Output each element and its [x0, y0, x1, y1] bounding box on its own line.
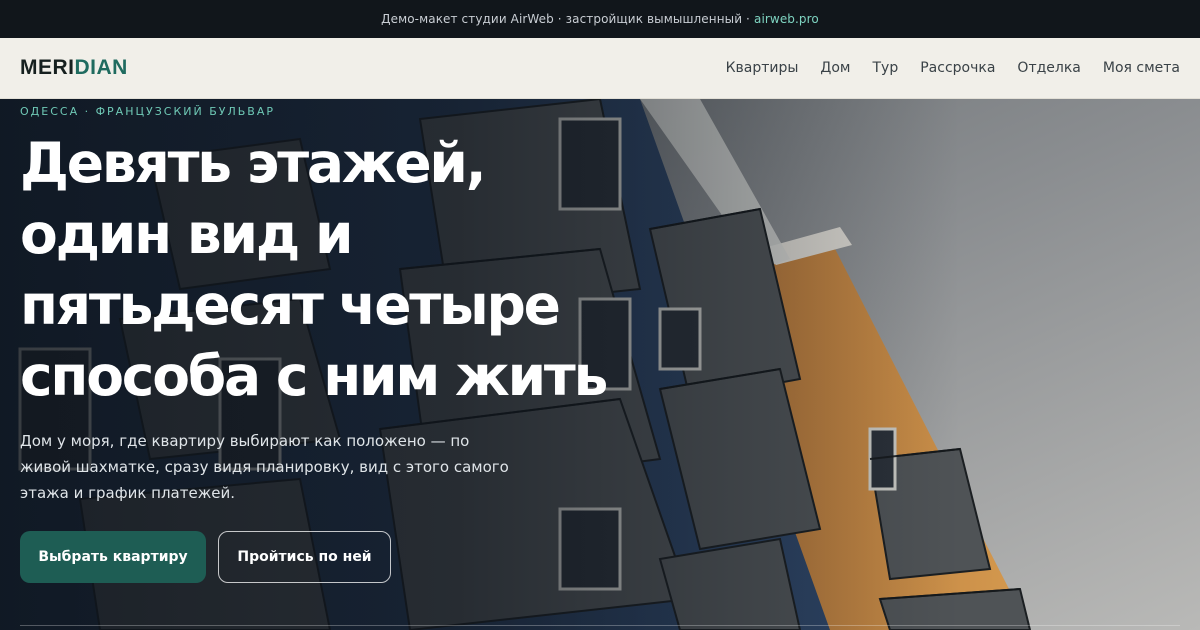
main-nav: Квартиры Дом Тур Рассрочка Отделка Моя с… [726, 60, 1180, 76]
headline-line-1: Девять этажей, [20, 131, 487, 195]
nav-item-apartments[interactable]: Квартиры [726, 60, 799, 76]
hero-divider [20, 625, 1180, 626]
walk-through-button[interactable]: Пройтись по ней [218, 531, 391, 583]
nav-item-finishing[interactable]: Отделка [1017, 60, 1080, 76]
logo-text-dark: MERI [20, 56, 75, 79]
hero-description: Дом у моря, где квартиру выбирают как по… [20, 432, 509, 502]
hero-section: ОДЕССА · ФРАНЦУЗСКИЙ БУЛЬВАР Девять этаж… [0, 99, 1200, 630]
choose-apartment-button[interactable]: Выбрать квартиру [20, 531, 206, 583]
logo-text-accent: DIAN [74, 56, 128, 79]
hero-location: ОДЕССА · ФРАНЦУЗСКИЙ БУЛЬВАР [20, 105, 275, 118]
nav-item-installments[interactable]: Рассрочка [920, 60, 995, 76]
site-header: MERIDIAN Квартиры Дом Тур Рассрочка Отде… [0, 38, 1200, 99]
site-logo[interactable]: MERIDIAN [20, 56, 128, 80]
nav-item-tour[interactable]: Тур [873, 60, 899, 76]
airweb-link[interactable]: airweb.pro [754, 12, 819, 26]
nav-item-house[interactable]: Дом [820, 60, 850, 76]
hero-actions: Выбрать квартиру Пройтись по ней [20, 531, 391, 583]
headline-line-3: пятьдесят четыре [20, 273, 561, 337]
hero-content: ОДЕССА · ФРАНЦУЗСКИЙ БУЛЬВАР Девять этаж… [20, 99, 660, 583]
nav-item-my-estimate[interactable]: Моя смета [1103, 60, 1180, 76]
headline-line-4: способа с ним жить [20, 344, 608, 408]
hero-headline: Девять этажей, один вид и пятьдесят четы… [20, 128, 660, 412]
announcement-bar: Демо-макет студии AirWeb · застройщик вы… [0, 0, 1200, 38]
headline-line-2: один вид и [20, 202, 354, 266]
announcement-text: Демо-макет студии AirWeb · застройщик вы… [381, 12, 750, 26]
